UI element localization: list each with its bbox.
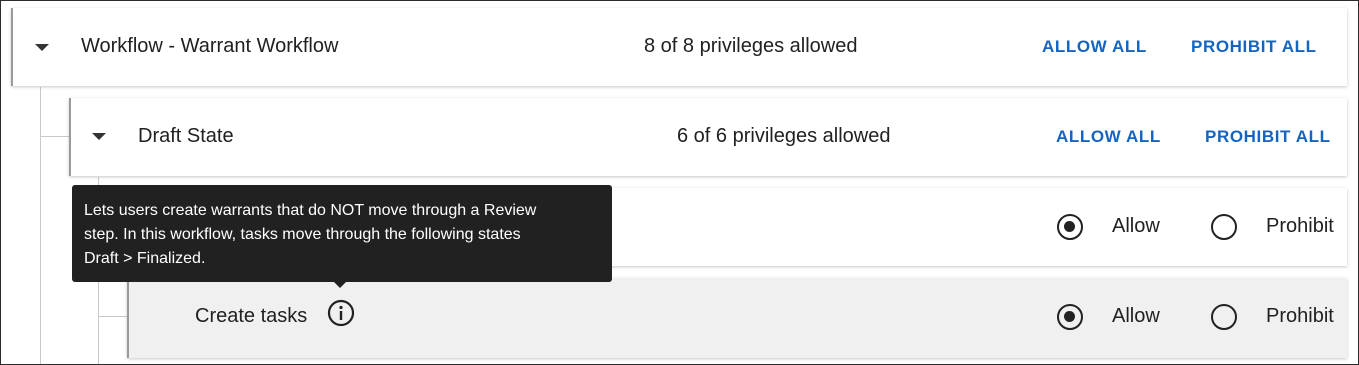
workflow-row-accent [11,8,13,86]
privilege-label-create-tasks: Create tasks [195,305,308,327]
allow-radio-selected-dot [1064,221,1075,232]
state-prohibit-all-button[interactable]: PROHIBIT ALL [1205,127,1331,147]
state-title: Draft State [138,125,234,147]
tooltip-line-1: Lets users create warrants that do NOT m… [84,202,537,219]
allow-radio-label[interactable]: Allow [1112,215,1160,238]
workflow-prohibit-all-button[interactable]: PROHIBIT ALL [1191,37,1317,57]
prohibit-radio-label[interactable]: Prohibit [1266,215,1334,238]
caret-down-icon[interactable] [92,133,106,140]
prohibit-radio[interactable] [1211,304,1237,330]
workflow-privilege-count: 8 of 8 privileges allowed [644,35,858,57]
privilege-row-accent [127,278,129,358]
allow-radio[interactable] [1057,304,1083,330]
tooltip-line-2: step. In this workflow, tasks move throu… [84,226,521,243]
tree-line-level1-vertical [40,87,41,364]
workflow-row: Workflow - Warrant Workflow 8 of 8 privi… [11,8,1347,86]
caret-down-icon[interactable] [35,44,49,51]
info-tooltip: Lets users create warrants that do NOT m… [72,185,612,288]
tree-line-level1-branch [40,136,69,137]
allow-radio-label[interactable]: Allow [1112,305,1160,328]
state-row: Draft State 6 of 6 privileges allowed AL… [69,98,1347,176]
privileges-panel: Workflow - Warrant Workflow 8 of 8 privi… [0,0,1359,365]
privilege-row-create-tasks: Create tasks Allow Prohibit [127,278,1347,358]
info-circle-icon[interactable] [327,299,355,327]
tree-line-level2-branch-create [98,316,127,317]
tooltip-line-3: Draft > Finalized. [84,250,206,267]
state-allow-all-button[interactable]: ALLOW ALL [1056,127,1161,147]
prohibit-radio[interactable] [1211,214,1237,240]
workflow-allow-all-button[interactable]: ALLOW ALL [1042,37,1147,57]
tooltip-arrow [334,282,346,288]
prohibit-radio-label[interactable]: Prohibit [1266,305,1334,328]
state-privilege-count: 6 of 6 privileges allowed [677,125,891,147]
workflow-title: Workflow - Warrant Workflow [81,35,339,57]
state-row-accent [69,98,71,176]
allow-radio[interactable] [1057,214,1083,240]
allow-radio-selected-dot [1064,311,1075,322]
